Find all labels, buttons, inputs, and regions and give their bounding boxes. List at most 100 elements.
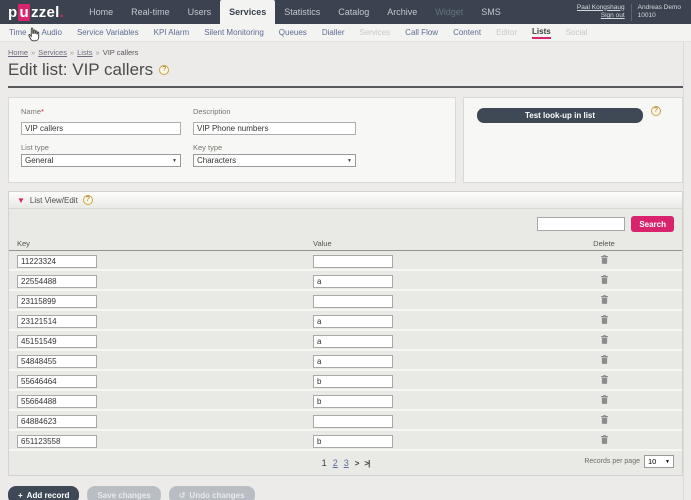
pagination-last-icon[interactable]: >| bbox=[364, 459, 369, 468]
accordion-title: List View/Edit bbox=[30, 196, 78, 205]
key-input[interactable] bbox=[17, 375, 97, 388]
help-icon[interactable]: ? bbox=[651, 106, 661, 116]
help-icon[interactable]: ? bbox=[83, 195, 93, 205]
menu-item-services[interactable]: Services bbox=[220, 0, 275, 24]
column-header-key: Key bbox=[17, 239, 313, 248]
records-per-page-label: Records per page bbox=[584, 458, 640, 465]
title-row: Edit list: VIP callers ? bbox=[8, 60, 683, 88]
name-field-group: Name* bbox=[21, 107, 181, 136]
trash-icon[interactable] bbox=[601, 335, 608, 344]
subnav-item-lists[interactable]: Lists bbox=[532, 27, 551, 39]
table-row bbox=[9, 311, 682, 331]
search-button[interactable]: Search bbox=[631, 216, 674, 232]
trash-icon[interactable] bbox=[601, 255, 608, 264]
key-input[interactable] bbox=[17, 315, 97, 328]
key-input[interactable] bbox=[17, 395, 97, 408]
required-asterisk: * bbox=[41, 107, 44, 116]
key-input[interactable] bbox=[17, 415, 97, 428]
menu-item-statistics[interactable]: Statistics bbox=[275, 0, 329, 24]
bottom-actions: +Add record Save changes ↺Undo changes bbox=[8, 486, 683, 500]
add-record-button[interactable]: +Add record bbox=[8, 486, 79, 500]
records-per-page-value: 10 bbox=[648, 457, 656, 466]
pagination-page-3[interactable]: 3 bbox=[344, 458, 349, 468]
save-changes-button[interactable]: Save changes bbox=[87, 486, 160, 500]
value-input[interactable] bbox=[313, 275, 393, 288]
menu-item-catalog[interactable]: Catalog bbox=[329, 0, 378, 24]
trash-icon[interactable] bbox=[601, 375, 608, 384]
list-type-select[interactable]: General ▼ bbox=[21, 154, 181, 167]
records-per-page-select[interactable]: 10 ▼ bbox=[644, 455, 674, 468]
pagination-page-2[interactable]: 2 bbox=[333, 458, 338, 468]
subnav-item-social: Social bbox=[566, 28, 588, 37]
breadcrumb-lists[interactable]: Lists bbox=[77, 48, 92, 57]
name-input[interactable] bbox=[21, 122, 181, 135]
value-input[interactable] bbox=[313, 355, 393, 368]
subnav-item-call-flow[interactable]: Call Flow bbox=[405, 28, 438, 37]
key-input[interactable] bbox=[17, 435, 97, 448]
breadcrumb-services[interactable]: Services bbox=[38, 48, 67, 57]
value-input[interactable] bbox=[313, 335, 393, 348]
key-input[interactable] bbox=[17, 335, 97, 348]
menu-item-users[interactable]: Users bbox=[179, 0, 221, 24]
subnav-item-service-variables[interactable]: Service Variables bbox=[77, 28, 139, 37]
table-row bbox=[9, 391, 682, 411]
trash-icon[interactable] bbox=[601, 395, 608, 404]
subnav-item-audio[interactable]: Audio bbox=[41, 28, 61, 37]
description-input[interactable] bbox=[193, 122, 356, 135]
value-input[interactable] bbox=[313, 255, 393, 268]
value-input[interactable] bbox=[313, 295, 393, 308]
trash-icon[interactable] bbox=[601, 315, 608, 324]
logo-dot: . bbox=[60, 4, 64, 21]
page-content: Home»Services»Lists»VIP callers Edit lis… bbox=[0, 48, 691, 500]
key-input[interactable] bbox=[17, 295, 97, 308]
undo-changes-button[interactable]: ↺Undo changes bbox=[169, 486, 255, 500]
scrollbar-track[interactable] bbox=[683, 42, 684, 500]
trash-icon[interactable] bbox=[601, 415, 608, 424]
trash-icon[interactable] bbox=[601, 275, 608, 284]
chevron-down-icon: ▼ bbox=[172, 158, 177, 164]
accordion-header[interactable]: ▼ List View/Edit ? bbox=[9, 192, 682, 209]
menu-item-sms[interactable]: SMS bbox=[472, 0, 510, 24]
value-input[interactable] bbox=[313, 315, 393, 328]
subnav-item-dialler[interactable]: Dialler bbox=[322, 28, 345, 37]
chevron-down-icon: ▼ bbox=[347, 158, 352, 164]
menu-item-real-time[interactable]: Real-time bbox=[122, 0, 179, 24]
breadcrumb-home[interactable]: Home bbox=[8, 48, 28, 57]
column-header-delete: Delete bbox=[534, 239, 674, 248]
key-input[interactable] bbox=[17, 275, 97, 288]
value-input[interactable] bbox=[313, 395, 393, 408]
breadcrumb-separator: » bbox=[31, 48, 35, 57]
table-row bbox=[9, 431, 682, 451]
list-properties-panel: Name* Description List type General ▼ Ke… bbox=[8, 97, 456, 183]
user-name-link[interactable]: Paal Kongshaug bbox=[577, 4, 625, 13]
trash-icon[interactable] bbox=[601, 355, 608, 364]
value-input[interactable] bbox=[313, 415, 393, 428]
trash-icon[interactable] bbox=[601, 435, 608, 444]
key-type-select[interactable]: Characters ▼ bbox=[193, 154, 356, 167]
subnav-item-queues[interactable]: Queues bbox=[279, 28, 307, 37]
trash-icon[interactable] bbox=[601, 295, 608, 304]
subnav-item-time[interactable]: Time bbox=[9, 28, 26, 37]
subnav-item-services: Services bbox=[359, 28, 390, 37]
search-input[interactable] bbox=[537, 217, 625, 231]
help-icon[interactable]: ? bbox=[159, 65, 169, 75]
table-row bbox=[9, 351, 682, 371]
accordion-body: Search Key Value Delete bbox=[9, 209, 682, 475]
user-info: Paal Kongshaug Sign out Andreas Demo 100… bbox=[577, 0, 691, 24]
test-lookup-button[interactable]: Test look-up in list bbox=[477, 108, 643, 123]
logo-u-block: u bbox=[18, 4, 29, 21]
key-input[interactable] bbox=[17, 355, 97, 368]
menu-item-archive[interactable]: Archive bbox=[378, 0, 426, 24]
records-per-page: Records per page 10 ▼ bbox=[584, 455, 674, 468]
subnav-item-silent-monitoring[interactable]: Silent Monitoring bbox=[204, 28, 264, 37]
table-row bbox=[9, 291, 682, 311]
menu-item-home[interactable]: Home bbox=[80, 0, 122, 24]
value-input[interactable] bbox=[313, 375, 393, 388]
pagination-next-icon[interactable]: > bbox=[355, 459, 359, 468]
subnav-item-kpi-alarm[interactable]: KPI Alarm bbox=[154, 28, 190, 37]
subnav-item-content[interactable]: Content bbox=[453, 28, 481, 37]
key-input[interactable] bbox=[17, 255, 97, 268]
value-input[interactable] bbox=[313, 435, 393, 448]
puzzel-logo: puzzel. bbox=[8, 0, 64, 24]
sign-out-link[interactable]: Sign out bbox=[577, 12, 625, 21]
